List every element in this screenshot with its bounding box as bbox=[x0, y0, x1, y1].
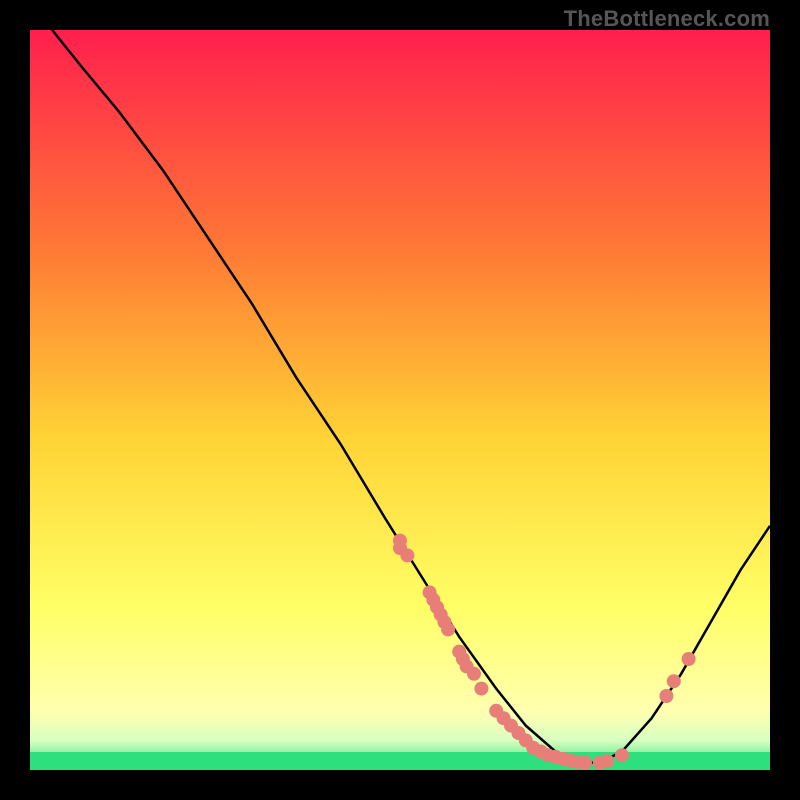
data-point bbox=[441, 622, 455, 636]
data-point bbox=[682, 652, 696, 666]
chart-frame bbox=[30, 30, 770, 770]
data-point bbox=[600, 754, 614, 768]
data-point bbox=[467, 667, 481, 681]
bottleneck-chart bbox=[30, 30, 770, 770]
data-point bbox=[659, 689, 673, 703]
data-point bbox=[474, 682, 488, 696]
watermark-text: TheBottleneck.com bbox=[564, 6, 770, 32]
data-point bbox=[615, 748, 629, 762]
data-point bbox=[400, 548, 414, 562]
green-band bbox=[30, 752, 770, 770]
data-point bbox=[578, 756, 592, 770]
data-point bbox=[667, 674, 681, 688]
